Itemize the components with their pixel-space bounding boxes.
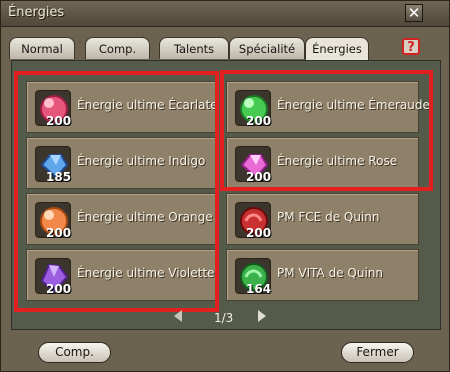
- previous-page-icon[interactable]: [174, 310, 182, 322]
- item-quantity: 200: [46, 114, 72, 128]
- comp-button[interactable]: Comp.: [38, 342, 111, 363]
- tab-normal[interactable]: Normal: [9, 37, 75, 59]
- item-name: Énergie ultime Indigo: [77, 154, 206, 168]
- item-slot[interactable]: 200 Énergie ultime Violette: [26, 249, 219, 301]
- item-quantity: 164: [246, 282, 272, 296]
- item-slot[interactable]: 200 Énergie ultime Orange: [26, 193, 219, 245]
- item-quantity: 200: [246, 114, 272, 128]
- tab-comp[interactable]: Comp.: [85, 37, 150, 59]
- page-indicator: 1/3: [214, 311, 234, 325]
- item-slot[interactable]: 164 PM VITA de Quinn: [226, 249, 419, 301]
- tab-energies[interactable]: Énergies: [305, 37, 369, 61]
- item-name: PM FCE de Quinn: [277, 210, 380, 224]
- energies-window: Énergies ✕ Normal Comp. Talents Spéciali…: [0, 0, 450, 372]
- item-quantity: 200: [246, 226, 272, 240]
- tab-specialite[interactable]: Spécialité: [229, 37, 305, 59]
- item-name: Énergie ultime Orange: [77, 210, 213, 224]
- help-icon[interactable]: ?: [402, 38, 420, 55]
- close-window-button[interactable]: ✕: [405, 4, 423, 22]
- item-quantity: 200: [246, 170, 272, 184]
- inventory-panel: 200 Énergie ultime Écarlate 185 Énergie …: [11, 60, 441, 330]
- item-name: Énergie ultime Écarlate: [77, 98, 218, 112]
- item-slot[interactable]: 200 Énergie ultime Écarlate: [26, 81, 219, 133]
- item-name: Énergie ultime Violette: [77, 266, 215, 280]
- item-quantity: 200: [46, 282, 72, 296]
- close-button[interactable]: Fermer: [341, 342, 414, 363]
- tab-talents[interactable]: Talents: [159, 37, 229, 59]
- item-quantity: 200: [46, 226, 72, 240]
- window-titlebar: Énergies ✕: [1, 1, 449, 27]
- item-slot[interactable]: 200 PM FCE de Quinn: [226, 193, 419, 245]
- item-slot[interactable]: 185 Énergie ultime Indigo: [26, 137, 219, 189]
- item-slot[interactable]: 200 Énergie ultime Émeraude: [226, 81, 430, 133]
- item-name: Énergie ultime Émeraude: [277, 98, 430, 112]
- window-title: Énergies: [8, 5, 65, 20]
- item-name: PM VITA de Quinn: [277, 266, 383, 280]
- item-quantity: 185: [46, 170, 72, 184]
- pagination: 1/3: [174, 309, 274, 327]
- next-page-icon[interactable]: [258, 310, 266, 322]
- item-name: Énergie ultime Rose: [277, 154, 398, 168]
- item-slot[interactable]: 200 Énergie ultime Rose: [226, 137, 419, 189]
- tabs-bar: Normal Comp. Talents Spécialité Énergies: [9, 37, 369, 61]
